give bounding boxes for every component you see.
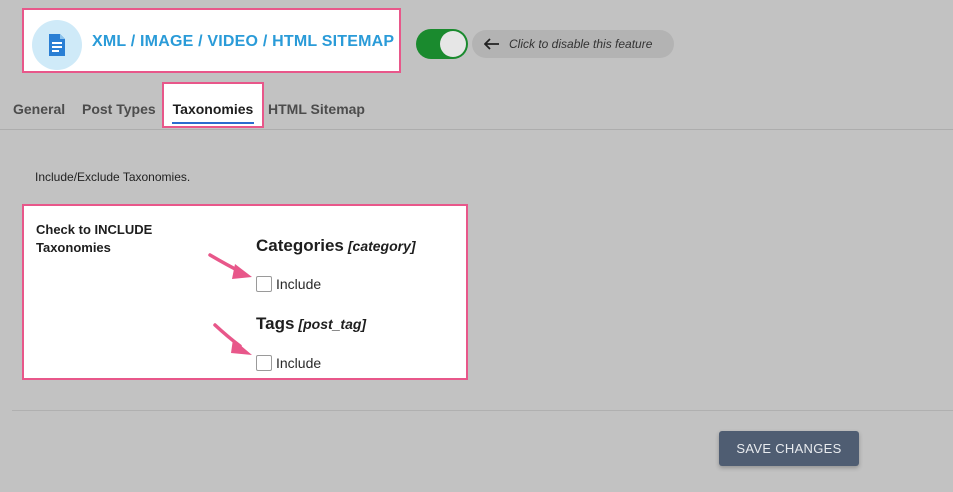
- include-categories-row[interactable]: Include: [256, 276, 321, 292]
- plugin-header: XML / IMAGE / VIDEO / HTML SITEMAP: [22, 8, 401, 73]
- section-description: Include/Exclude Taxonomies.: [35, 170, 191, 184]
- annotation-arrow-icon: [213, 323, 252, 355]
- include-label: Include: [276, 355, 322, 371]
- active-tab-indicator: [172, 122, 254, 124]
- include-tags-row[interactable]: Include: [256, 355, 321, 371]
- taxonomy-slug: [post_tag]: [298, 316, 367, 332]
- sitemap-document-icon: [32, 20, 82, 70]
- tab-general[interactable]: General: [13, 82, 65, 128]
- taxonomy-name: Tags: [256, 314, 295, 333]
- tab-post-types[interactable]: Post Types: [82, 82, 156, 128]
- tab-bar: General Post Types Taxonomies HTML Sitem…: [0, 82, 953, 130]
- include-categories-checkbox[interactable]: [256, 276, 272, 292]
- taxonomy-name: Categories: [256, 236, 344, 255]
- toggle-knob: [440, 31, 466, 57]
- field-label: Check to INCLUDE Taxonomies: [36, 222, 153, 255]
- include-label: Include: [276, 276, 322, 292]
- taxonomy-heading-categories: Categories [category]: [256, 236, 416, 256]
- tab-taxonomies[interactable]: Taxonomies: [162, 82, 264, 128]
- feature-toggle[interactable]: [416, 29, 468, 59]
- tab-html-sitemap[interactable]: HTML Sitemap: [268, 82, 365, 128]
- taxonomy-heading-tags: Tags [post_tag]: [256, 314, 366, 334]
- toggle-hint: Click to disable this feature: [472, 30, 674, 58]
- divider: [12, 410, 953, 411]
- page: XML / IMAGE / VIDEO / HTML SITEMAP Click…: [0, 0, 953, 492]
- include-tags-checkbox[interactable]: [256, 355, 272, 371]
- annotation-arrow-icon: [208, 253, 252, 279]
- plugin-title: XML / IMAGE / VIDEO / HTML SITEMAP: [92, 33, 395, 50]
- save-changes-button[interactable]: SAVE CHANGES: [719, 431, 859, 466]
- taxonomy-slug: [category]: [347, 238, 416, 254]
- toggle-hint-text: Click to disable this feature: [509, 37, 653, 51]
- arrow-left-icon: [484, 38, 499, 50]
- tab-taxonomies-label: Taxonomies: [172, 101, 254, 117]
